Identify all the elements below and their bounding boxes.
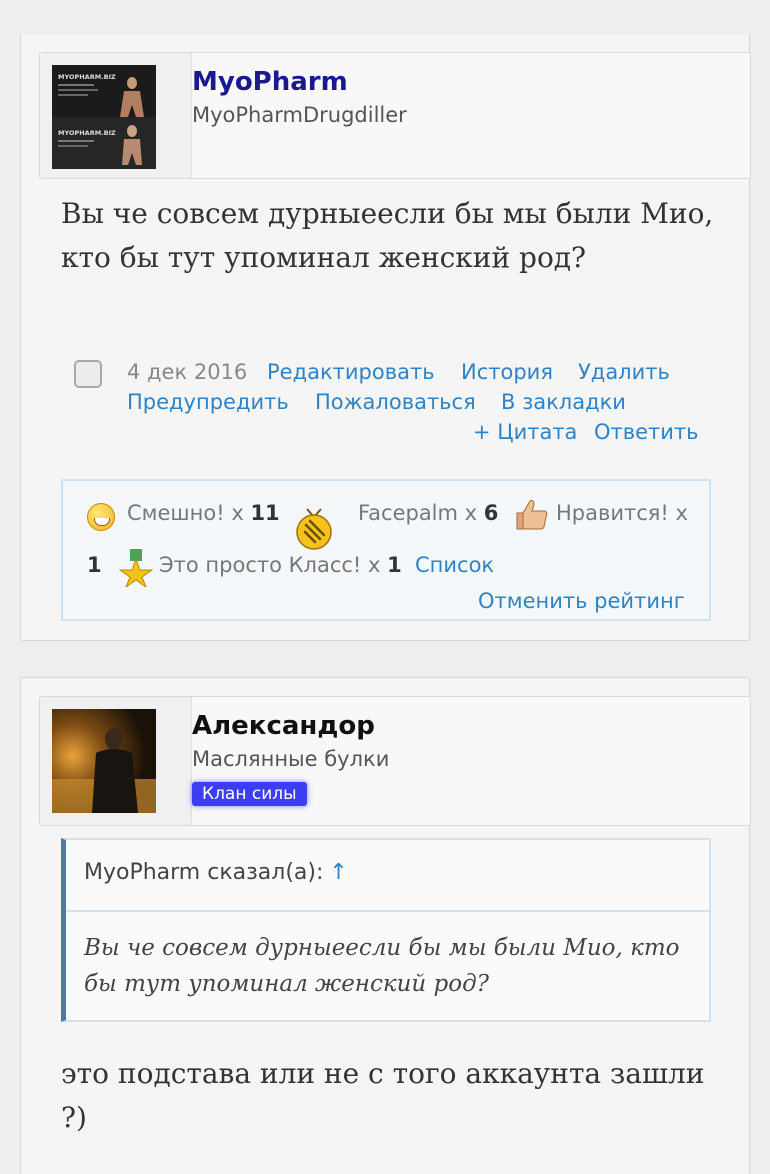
avatar-text-2: MYOPHARM.BIZ xyxy=(58,129,116,137)
quote-source[interactable]: MyoPharm сказал(а): ↑ xyxy=(84,860,348,885)
reply-link[interactable]: Ответить xyxy=(594,420,699,444)
post-message: Вы че совсем дурныеесли бы мы были Мио, … xyxy=(61,197,714,274)
user-title: MyoPharmDrugdiller xyxy=(192,103,407,127)
rating-like-count: 1 xyxy=(87,553,102,577)
delete-link[interactable]: Удалить xyxy=(578,360,670,384)
funny-icon xyxy=(87,503,115,531)
user-info: Александор Маслянные булки Клан силы xyxy=(39,696,751,826)
select-checkbox[interactable] xyxy=(74,360,102,388)
avatar[interactable]: MYOPHARM.BIZ MYOPHARM.BIZ xyxy=(52,65,156,169)
rating-like[interactable]: Нравится! x xyxy=(556,501,688,525)
post-message: это подстава или не с того аккаунта зашл… xyxy=(61,1057,705,1134)
warn-link[interactable]: Предупредить xyxy=(127,390,289,414)
report-link[interactable]: Пожаловаться xyxy=(315,390,476,414)
post-date[interactable]: 4 дек 2016 xyxy=(127,360,247,384)
rating-class[interactable]: Это просто Класс! x 1 xyxy=(159,553,402,577)
username[interactable]: Александор xyxy=(192,711,375,741)
up-arrow-icon[interactable]: ↑ xyxy=(329,860,347,885)
avatar[interactable] xyxy=(52,709,156,813)
user-info: MYOPHARM.BIZ MYOPHARM.BIZ MyoPharm MyoPh… xyxy=(39,52,751,179)
quote-link[interactable]: + Цитата xyxy=(473,420,577,444)
quote-header: MyoPharm сказал(а): ↑ xyxy=(66,840,709,912)
facepalm-icon xyxy=(296,508,332,550)
quote-text: Вы че совсем дурныеесли бы мы были Мио, … xyxy=(84,935,680,997)
cancel-rating-link[interactable]: Отменить рейтинг xyxy=(478,589,685,613)
history-link[interactable]: История xyxy=(461,360,553,384)
rating-funny[interactable]: Смешно! x 11 xyxy=(127,501,280,525)
post-aleksandor: Александор Маслянные булки Клан силы Myo… xyxy=(20,677,751,1174)
ratings-list-link[interactable]: Список xyxy=(415,553,494,577)
user-title: Маслянные булки xyxy=(192,747,390,771)
quote-block: MyoPharm сказал(а): ↑ Вы че совсем дурные… xyxy=(61,838,711,1022)
edit-link[interactable]: Редактировать xyxy=(267,360,435,384)
star-medal-icon xyxy=(119,549,153,587)
post-myopharm: MYOPHARM.BIZ MYOPHARM.BIZ MyoPharm MyoPh… xyxy=(20,34,751,641)
bookmark-link[interactable]: В закладки xyxy=(501,390,626,414)
username[interactable]: MyoPharm xyxy=(192,67,348,97)
thumbs-up-icon xyxy=(516,500,548,530)
rating-facepalm[interactable]: Facepalm x 6 xyxy=(358,501,498,525)
ratings-bar: Смешно! x 11 Facepalm x 6 Нравится! x 1 … xyxy=(61,479,711,621)
avatar-text-1: MYOPHARM.BIZ xyxy=(58,73,116,81)
clan-badge: Клан силы xyxy=(192,782,307,806)
